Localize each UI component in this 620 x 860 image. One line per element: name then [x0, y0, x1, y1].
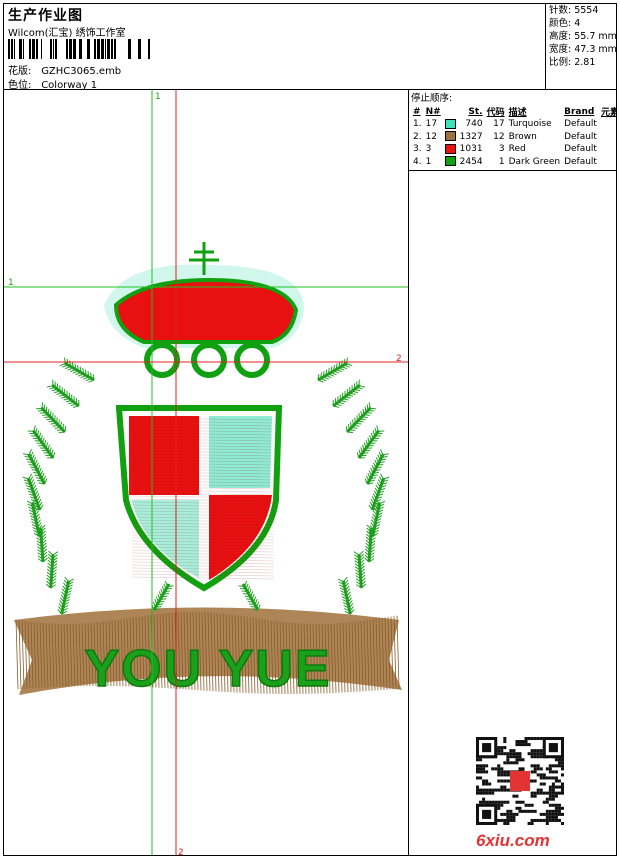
row-needle: 12 [425, 131, 438, 142]
stop-sequence-title: 停止顺序: [411, 93, 453, 104]
color-swatch [444, 156, 456, 166]
row-needle: 1 [425, 156, 432, 167]
table-row: 2. 12 1327 12 Brown Default [411, 131, 616, 144]
row-index: 3. [413, 144, 422, 154]
stats-box: 针数: 5554 颜色: 4 高度: 55.7 mm 宽度: 47.3 mm 比… [545, 4, 617, 89]
design-label: 花版: [8, 66, 32, 77]
design-width: 宽度: 47.3 mm [549, 44, 617, 55]
col-needle: N# [425, 106, 441, 117]
row-stitches: 740 [465, 119, 483, 129]
company-name: Wilcom(汇宝) 绣饰工作室 [8, 28, 126, 39]
design-height: 高度: 55.7 mm [549, 31, 617, 42]
design-scale: 比例: 2.81 [549, 57, 596, 68]
watermark-logo: 6xiu.com [476, 831, 550, 850]
color-swatch [444, 118, 456, 129]
row-description: Dark Green [508, 156, 561, 167]
row-stitches: 1031 [459, 144, 483, 154]
table-header-row: # N# St. 代码 描述 Brand 元素 [411, 105, 616, 119]
shield [115, 405, 283, 592]
sheet-title: 生产作业图 [8, 8, 83, 24]
col-description: 描述 [508, 108, 527, 118]
stop-sequence-table: # N# St. 代码 描述 Brand 元素 1. 17 740 17 [411, 105, 616, 169]
design-file-row: 花版: GZHC3065.emb [8, 62, 121, 77]
row-description: Brown [508, 131, 537, 142]
row-needle: 17 [425, 119, 438, 129]
col-swatch [443, 105, 458, 118]
row-index: 2. [413, 131, 422, 142]
crown [104, 242, 304, 378]
row-code: 1 [498, 156, 505, 167]
col-element: 元素 [600, 108, 616, 118]
row-brand: Default [564, 119, 597, 129]
embroidery-preview: YOU YUE 1 1 2 2 [4, 90, 408, 856]
qr-code [476, 737, 564, 825]
guide-h2-label: 2 [396, 354, 402, 364]
col-code: 代码 [486, 108, 505, 118]
row-index: 4. [413, 156, 422, 167]
row-code: 12 [493, 131, 505, 142]
row-brand: Default [564, 131, 597, 142]
row-description: Turquoise [508, 119, 552, 129]
guide-v1-label: 1 [155, 92, 161, 102]
guide-v2-label: 2 [178, 848, 184, 856]
table-row: 1. 17 740 17 Turquoise Default [411, 118, 616, 131]
design-text-you-yue: YOU YUE [84, 640, 331, 698]
row-code: 3 [498, 144, 505, 154]
stitch-art [14, 242, 402, 695]
row-brand: Default [564, 156, 597, 167]
production-worksheet: 生产作业图 Wilcom(汇宝) 绣饰工作室 花版: GZHC3065.emb … [3, 3, 617, 856]
col-stitches: St. [468, 106, 483, 117]
stitch-count: 针数: 5554 [549, 5, 599, 16]
table-row: 4. 1 2454 1 Dark Green Default [411, 156, 616, 169]
row-code: 17 [493, 119, 505, 129]
guide-h1-label: 1 [8, 278, 14, 288]
color-count: 颜色: 4 [549, 18, 581, 29]
row-index: 1. [413, 119, 422, 129]
row-brand: Default [564, 144, 597, 154]
barcode [8, 39, 150, 59]
col-index: # [413, 106, 421, 117]
color-swatch [444, 131, 456, 141]
row-description: Red [508, 144, 526, 154]
color-swatch [444, 143, 456, 154]
table-row: 3. 3 1031 3 Red Default [411, 143, 616, 156]
row-stitches: 1327 [459, 131, 483, 142]
panel-divider [409, 170, 616, 171]
row-stitches: 2454 [459, 156, 483, 167]
row-needle: 3 [425, 144, 432, 154]
col-brand: Brand [564, 106, 595, 117]
